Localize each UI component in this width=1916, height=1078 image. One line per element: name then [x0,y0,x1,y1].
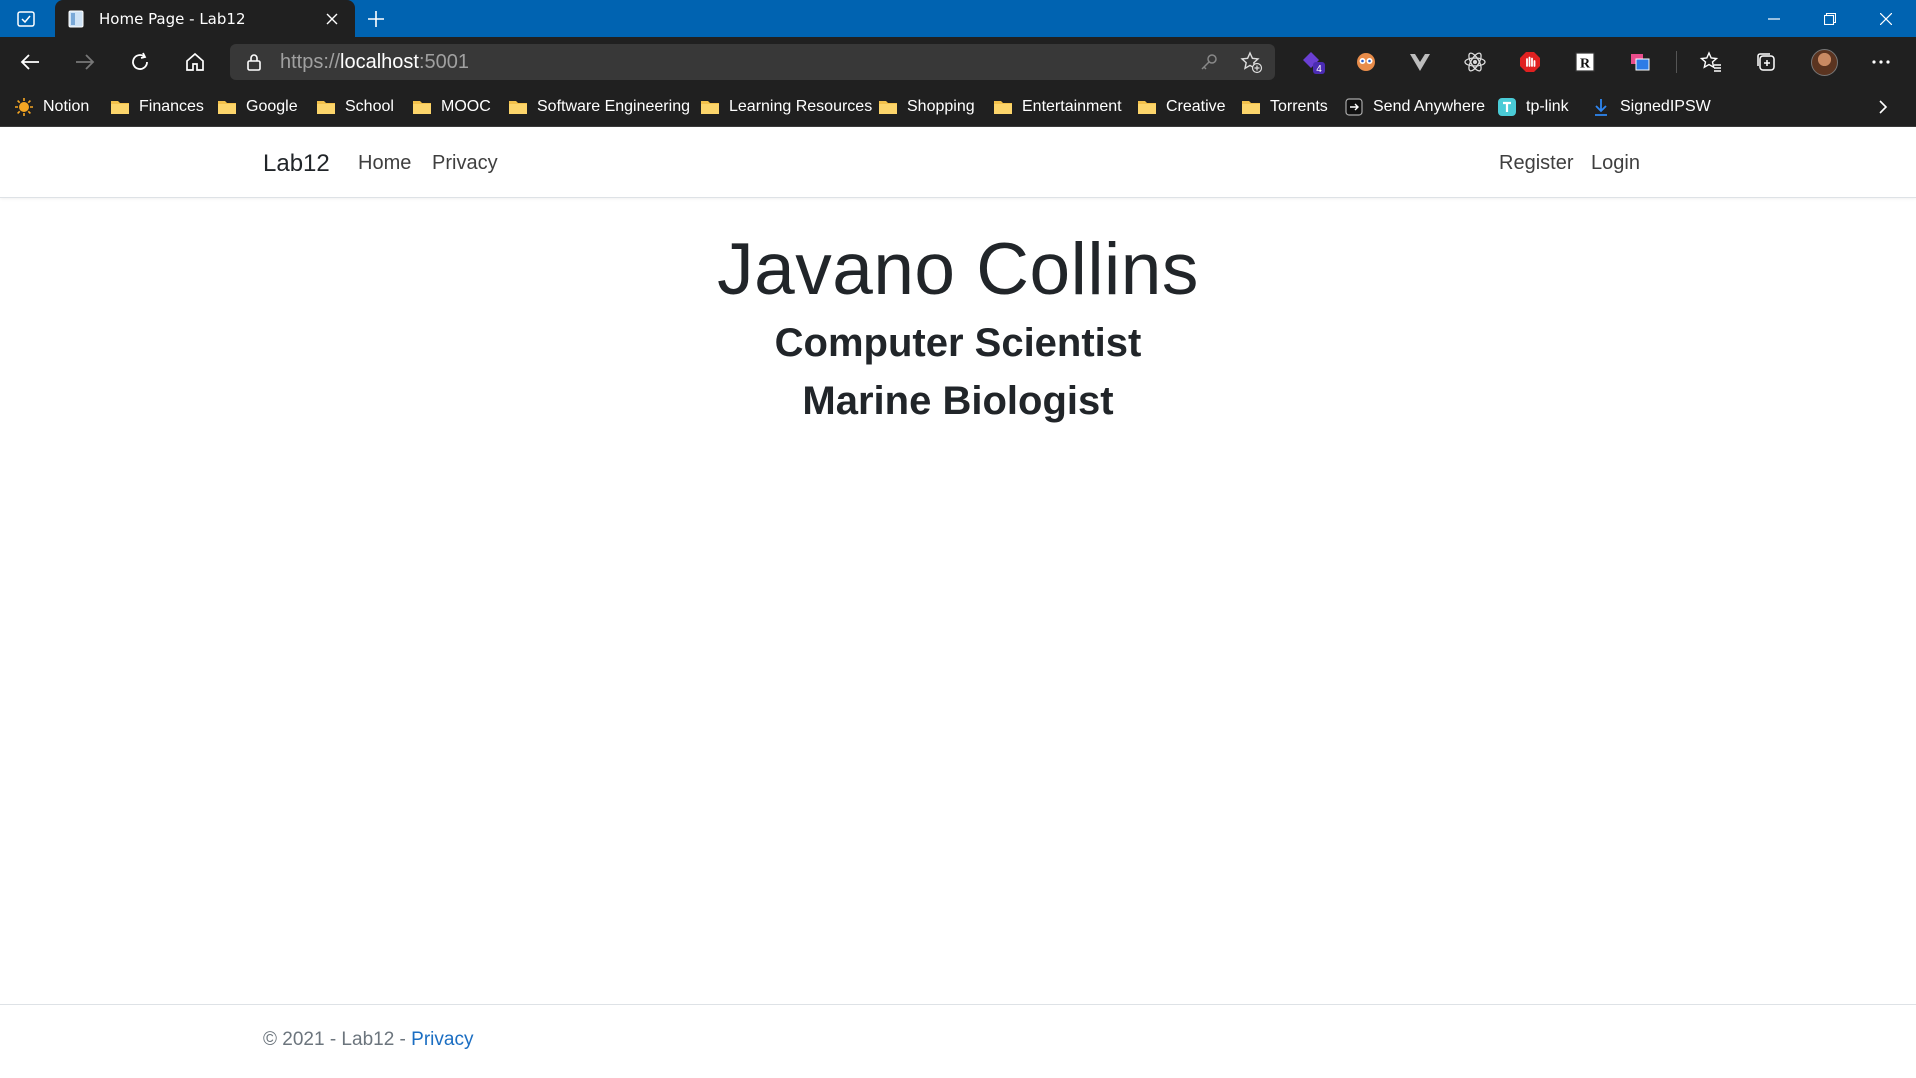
bookmark-folder-entertainment[interactable]: Entertainment [993,87,1122,127]
lock-icon[interactable] [244,52,264,72]
extension-vue-icon[interactable] [1406,48,1434,76]
tab-title: Home Page - Lab12 [99,9,246,28]
refresh-icon[interactable] [122,44,158,80]
browser-tab-active[interactable]: Home Page - Lab12 [55,0,355,37]
bookmark-folder-school[interactable]: School [316,87,394,127]
new-tab-icon[interactable] [362,5,390,33]
folder-icon [993,97,1013,117]
bookmark-folder-learning-resources[interactable]: Learning Resources [700,87,872,127]
site-navbar: Lab12 Home Privacy Register Login [0,127,1916,198]
address-bar[interactable]: https://localhost:5001 [230,44,1275,80]
bookmark-label: MOOC [441,98,491,115]
hero-role-computer-scientist: Computer Scientist [774,321,1142,365]
folder-icon [110,97,130,117]
browser-toolbar: https://localhost:5001 4 R [0,37,1916,87]
more-menu-icon[interactable] [1867,48,1895,76]
bookmark-label: SignedIPSW [1620,98,1711,115]
footer-copyright: © 2021 - Lab12 - [263,1029,412,1050]
footer-text: © 2021 - Lab12 - Privacy [263,1029,473,1051]
nav-home-link[interactable]: Home [358,152,411,175]
chevron-right-icon[interactable] [1872,96,1894,118]
add-favorite-star-icon[interactable] [1239,50,1263,74]
bookmark-label: Software Engineering [537,98,690,115]
folder-icon [1241,97,1261,117]
minimize-icon[interactable] [1746,0,1802,37]
browser-titlebar: Home Page - Lab12 [0,0,1916,37]
bookmark-folder-software-engineering[interactable]: Software Engineering [508,87,690,127]
extension-r-icon[interactable]: R [1571,48,1599,76]
profile-avatar[interactable] [1811,49,1838,76]
collections-icon[interactable] [1752,48,1780,76]
bookmark-label: Google [246,98,298,115]
bookmark-label: Notion [43,98,90,115]
tab-actions-button[interactable] [8,6,44,32]
page-favicon-icon [67,10,85,28]
folder-icon [1137,97,1157,117]
url-text: https://localhost:5001 [280,51,469,74]
folder-icon [878,97,898,117]
folder-icon [508,97,528,117]
home-icon[interactable] [177,44,213,80]
download-icon [1591,97,1611,117]
bookmark-notion[interactable]: Notion [14,87,89,127]
site-brand-link[interactable]: Lab12 [263,150,330,178]
bookmark-label: Learning Resources [729,98,873,115]
bookmark-folder-google[interactable]: Google [217,87,298,127]
extension-badge: 4 [1316,64,1322,75]
back-arrow-icon[interactable] [12,44,48,80]
folder-icon [700,97,720,117]
bookmark-folder-torrents[interactable]: Torrents [1241,87,1328,127]
web-page: Lab12 Home Privacy Register Login Javano… [0,127,1916,1078]
url-host: localhost [340,50,419,73]
bookmark-label: Send Anywhere [1373,98,1486,115]
forward-arrow-icon[interactable] [67,44,103,80]
tplink-icon [1497,97,1517,117]
folder-icon [412,97,432,117]
extension-windows-icon[interactable] [1626,48,1654,76]
nav-register-link[interactable]: Register [1499,152,1573,175]
bookmark-folder-finances[interactable]: Finances [110,87,204,127]
bookmark-folder-mooc[interactable]: MOOC [412,87,491,127]
bookmark-label: Entertainment [1022,98,1122,115]
extension-gem-icon[interactable]: 4 [1299,48,1327,76]
folder-icon [316,97,336,117]
notion-icon [14,97,34,117]
hero-name: Javano Collins [717,229,1199,310]
nav-privacy-link[interactable]: Privacy [432,152,498,175]
restore-icon[interactable] [1802,0,1858,37]
url-scheme: https:// [280,50,341,73]
bookmark-label: Torrents [1270,98,1328,115]
close-tab-icon[interactable] [321,8,343,30]
close-window-icon[interactable] [1858,0,1914,37]
bookmark-folder-shopping[interactable]: Shopping [878,87,975,127]
extension-adblock-icon[interactable] [1516,48,1544,76]
bookmark-label: Creative [1166,98,1226,115]
bookmark-label: tp-link [1526,98,1569,115]
extension-eyes-icon[interactable] [1352,48,1380,76]
bookmark-tp-link[interactable]: tp-link [1497,87,1569,127]
tab-actions-icon [17,11,35,27]
url-port: :5001 [418,50,470,73]
bookmark-send-anywhere[interactable]: Send Anywhere [1344,87,1485,127]
favorites-icon[interactable] [1697,48,1725,76]
nav-login-link[interactable]: Login [1591,152,1640,175]
send-anywhere-icon [1344,97,1364,117]
bookmark-label: School [345,98,394,115]
bookmark-folder-creative[interactable]: Creative [1137,87,1226,127]
extension-react-icon[interactable] [1461,48,1489,76]
bookmark-label: Finances [139,98,204,115]
footer-privacy-link[interactable]: Privacy [411,1029,473,1050]
hero-section: Javano Collins Computer Scientist Marine… [0,226,1916,430]
site-footer: © 2021 - Lab12 - Privacy [0,1004,1916,1078]
key-icon[interactable] [1197,50,1221,74]
bookmarks-bar: Notion Finances Google School MOOC Softw… [0,87,1916,127]
toolbar-divider [1676,51,1677,73]
bookmark-label: Shopping [907,98,975,115]
folder-icon [217,97,237,117]
svg-text:R: R [1580,57,1591,72]
bookmark-signedipsw[interactable]: SignedIPSW [1591,87,1711,127]
hero-role-marine-biologist: Marine Biologist [802,379,1114,423]
